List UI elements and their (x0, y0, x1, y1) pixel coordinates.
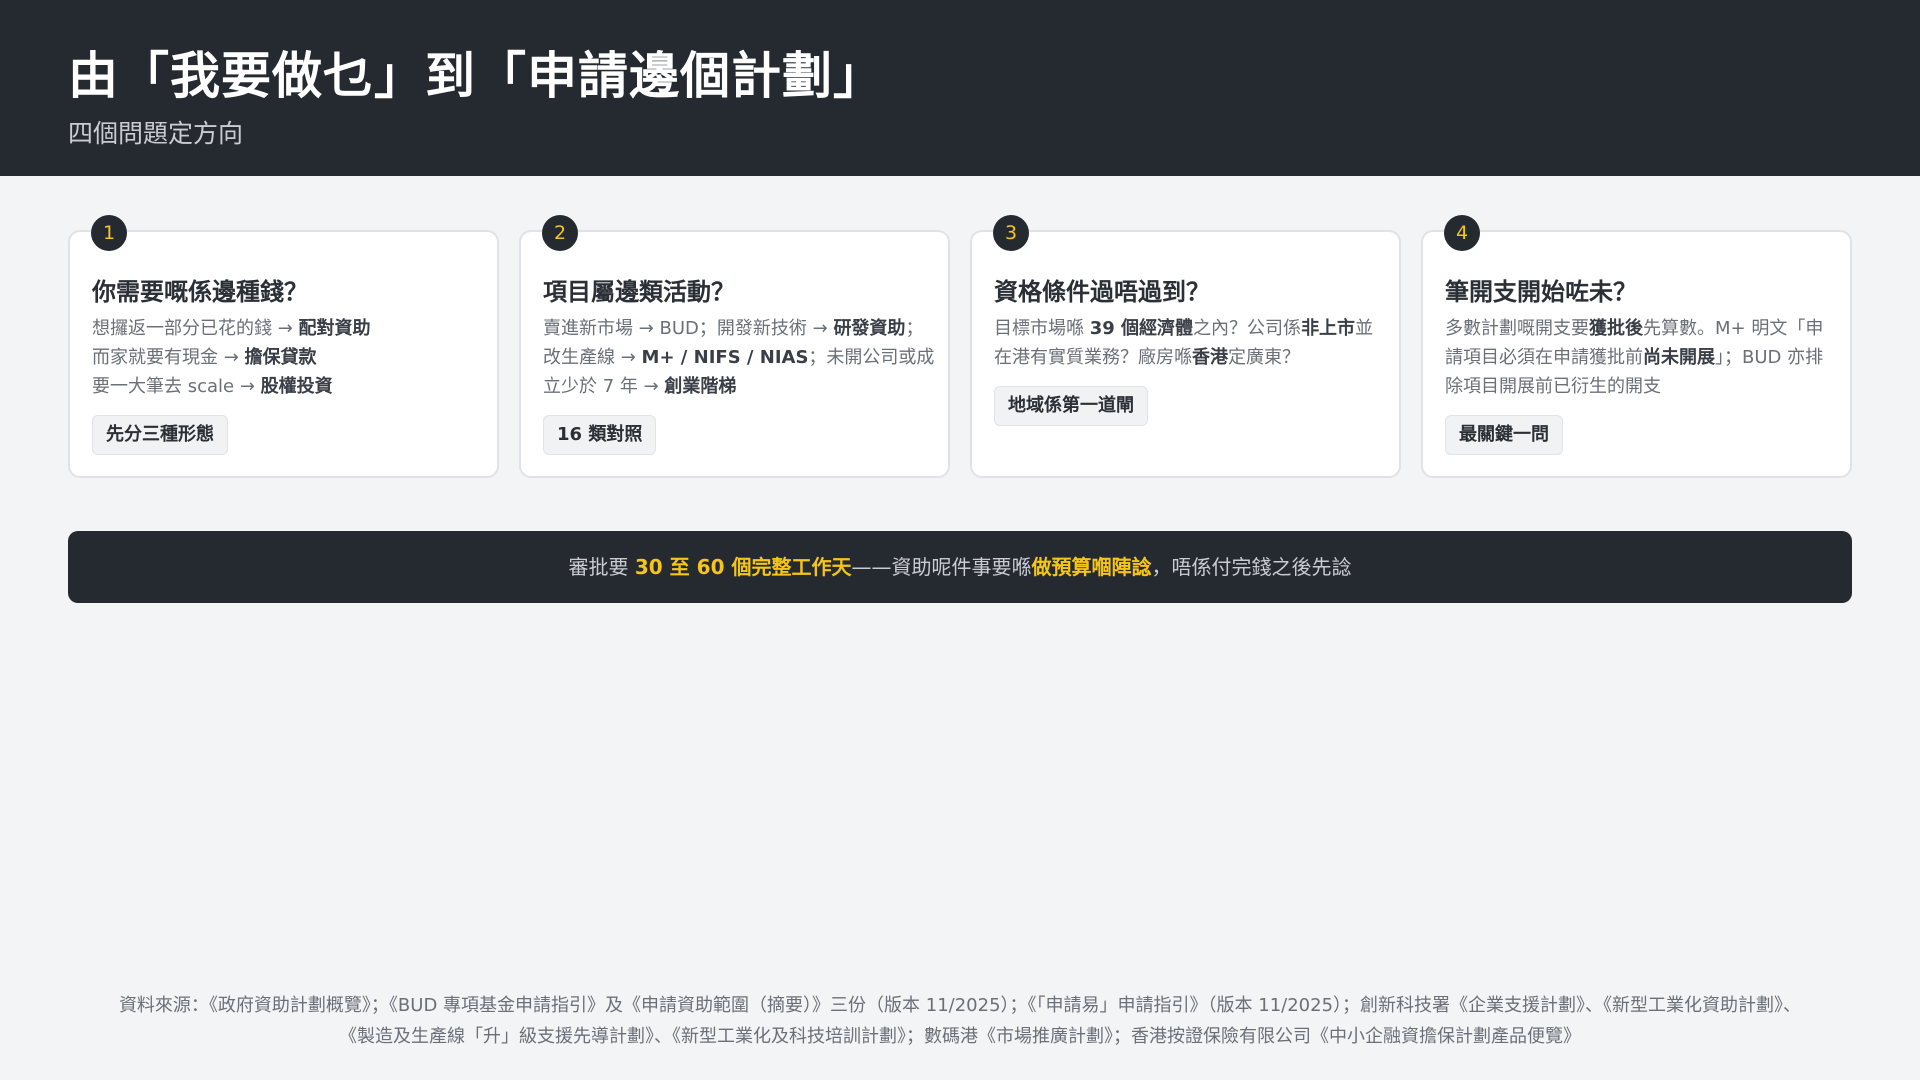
question-card-3: 3 資格條件過唔過到？ 目標市場喺 39 個經濟體之內？公司係非上市並在港有實質… (970, 215, 1401, 478)
card-tag: 地域係第一道閘 (994, 386, 1148, 426)
card-title: 資格條件過唔過到？ (994, 278, 1210, 306)
footer-line: 《製造及生產線「升」級支援先導計劃》、《新型工業化及科技培訓計劃》；數碼港《市場… (339, 1026, 1581, 1047)
card-number-badge: 2 (542, 215, 578, 251)
question-card-1: 1 你需要嘅係邊種錢？ 想攞返一部分已花的錢 → 配對資助 而家就要有現金 → … (68, 215, 499, 478)
card-title: 項目屬邊類活動？ (543, 278, 735, 306)
card-body: 想攞返一部分已花的錢 → 配對資助 而家就要有現金 → 擔保貸款 要一大筆去 s… (92, 314, 484, 401)
header: 由「我要做乜」到「申請邊個計劃」 四個問題定方向 (0, 0, 1920, 176)
card-tag: 16 類對照 (543, 415, 657, 455)
card-line: 而家就要有現金 → 擔保貸款 (92, 347, 317, 368)
card-number-badge: 3 (993, 215, 1029, 251)
footer-line: 資料來源：《政府資助計劃概覽》；《BUD 專項基金申請指引》及《申請資助範圍（摘… (118, 995, 1802, 1016)
card-title: 筆開支開始咗未？ (1445, 278, 1637, 306)
question-card-2: 2 項目屬邊類活動？ 賣進新市場 → BUD；開發新技術 → 研發資助；改生產線… (519, 215, 950, 478)
card-body: 多數計劃嘅開支要獲批後先算數。M+ 明文「申請項目必須在申請獲批前尚未開展」；B… (1445, 318, 1824, 397)
card-line: 要一大筆去 scale → 股權投資 (92, 376, 333, 397)
page-subtitle: 四個問題定方向 (68, 119, 244, 148)
card-body: 賣進新市場 → BUD；開發新技術 → 研發資助；改生產線 → M+ / NIF… (543, 318, 935, 397)
card-tag: 先分三種形態 (92, 415, 228, 455)
approval-banner: 審批要 30 至 60 個完整工作天——資助呢件事要喺做預算嗰陣諗，唔係付完錢之… (68, 531, 1852, 603)
source-footer: 資料來源：《政府資助計劃概覽》；《BUD 專項基金申請指引》及《申請資助範圍（摘… (60, 990, 1860, 1052)
card-line: 想攞返一部分已花的錢 → 配對資助 (92, 318, 371, 339)
question-card-4: 4 筆開支開始咗未？ 多數計劃嘅開支要獲批後先算數。M+ 明文「申請項目必須在申… (1421, 215, 1852, 478)
banner-highlight: 30 至 60 個完整工作天 (634, 555, 852, 579)
page-title: 由「我要做乜」到「申請邊個計劃」 (68, 47, 884, 105)
card-tag: 最關鍵一問 (1445, 415, 1563, 455)
card-body: 目標市場喺 39 個經濟體之內？公司係非上市並在港有實質業務？廠房喺香港定廣東？ (994, 318, 1374, 368)
question-cards: 1 你需要嘅係邊種錢？ 想攞返一部分已花的錢 → 配對資助 而家就要有現金 → … (68, 215, 1852, 478)
card-number-badge: 1 (91, 215, 127, 251)
card-number-badge: 4 (1444, 215, 1480, 251)
card-title: 你需要嘅係邊種錢？ (92, 278, 308, 306)
banner-highlight: 做預算嗰陣諗 (1031, 555, 1152, 579)
